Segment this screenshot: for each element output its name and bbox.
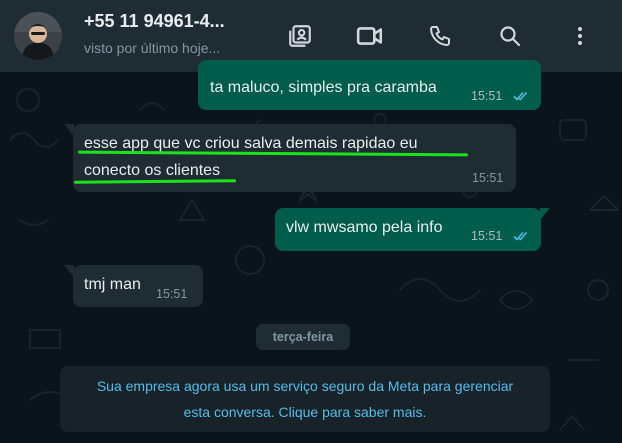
date-separator: terça-feira [256, 324, 350, 350]
message-time: 15:51 [472, 171, 504, 185]
message-text: tmj man [84, 276, 141, 293]
message-text: vlw mwsamo pela info [286, 219, 443, 236]
avatar-image [14, 12, 62, 60]
video-call-icon[interactable] [356, 22, 384, 50]
notice-line: esta conversa. Clique para saber mais. [183, 404, 427, 420]
menu-icon[interactable] [566, 22, 594, 50]
contact-name[interactable]: +55 11 94961-4... [84, 11, 244, 32]
contact-last-seen: visto por último hoje... [84, 40, 221, 56]
message-time: 15:51 [471, 89, 503, 103]
contacts-icon[interactable] [286, 22, 314, 50]
message-time: 15:51 [156, 287, 188, 301]
message-bubble-outgoing[interactable]: vlw mwsamo pela info 15:51 [275, 208, 541, 251]
voice-call-icon[interactable] [426, 22, 454, 50]
message-bubble-outgoing[interactable]: ta maluco, simples pra caramba 15:51 [198, 60, 541, 110]
search-icon[interactable] [496, 22, 524, 50]
message-bubble-incoming[interactable]: tmj man 15:51 [73, 265, 203, 307]
message-text: ta maluco, simples pra caramba [210, 79, 437, 96]
read-receipt-icon [513, 91, 528, 101]
read-receipt-icon [513, 231, 528, 241]
notice-line: Sua empresa agora usa um serviço seguro … [96, 378, 514, 394]
business-encryption-notice[interactable]: Sua empresa agora usa um serviço seguro … [60, 366, 550, 432]
message-time: 15:51 [471, 229, 503, 243]
message-text-line: conecto os clientes [84, 162, 221, 179]
contact-avatar[interactable] [14, 12, 62, 60]
bubble-tail-outgoing [540, 208, 550, 220]
